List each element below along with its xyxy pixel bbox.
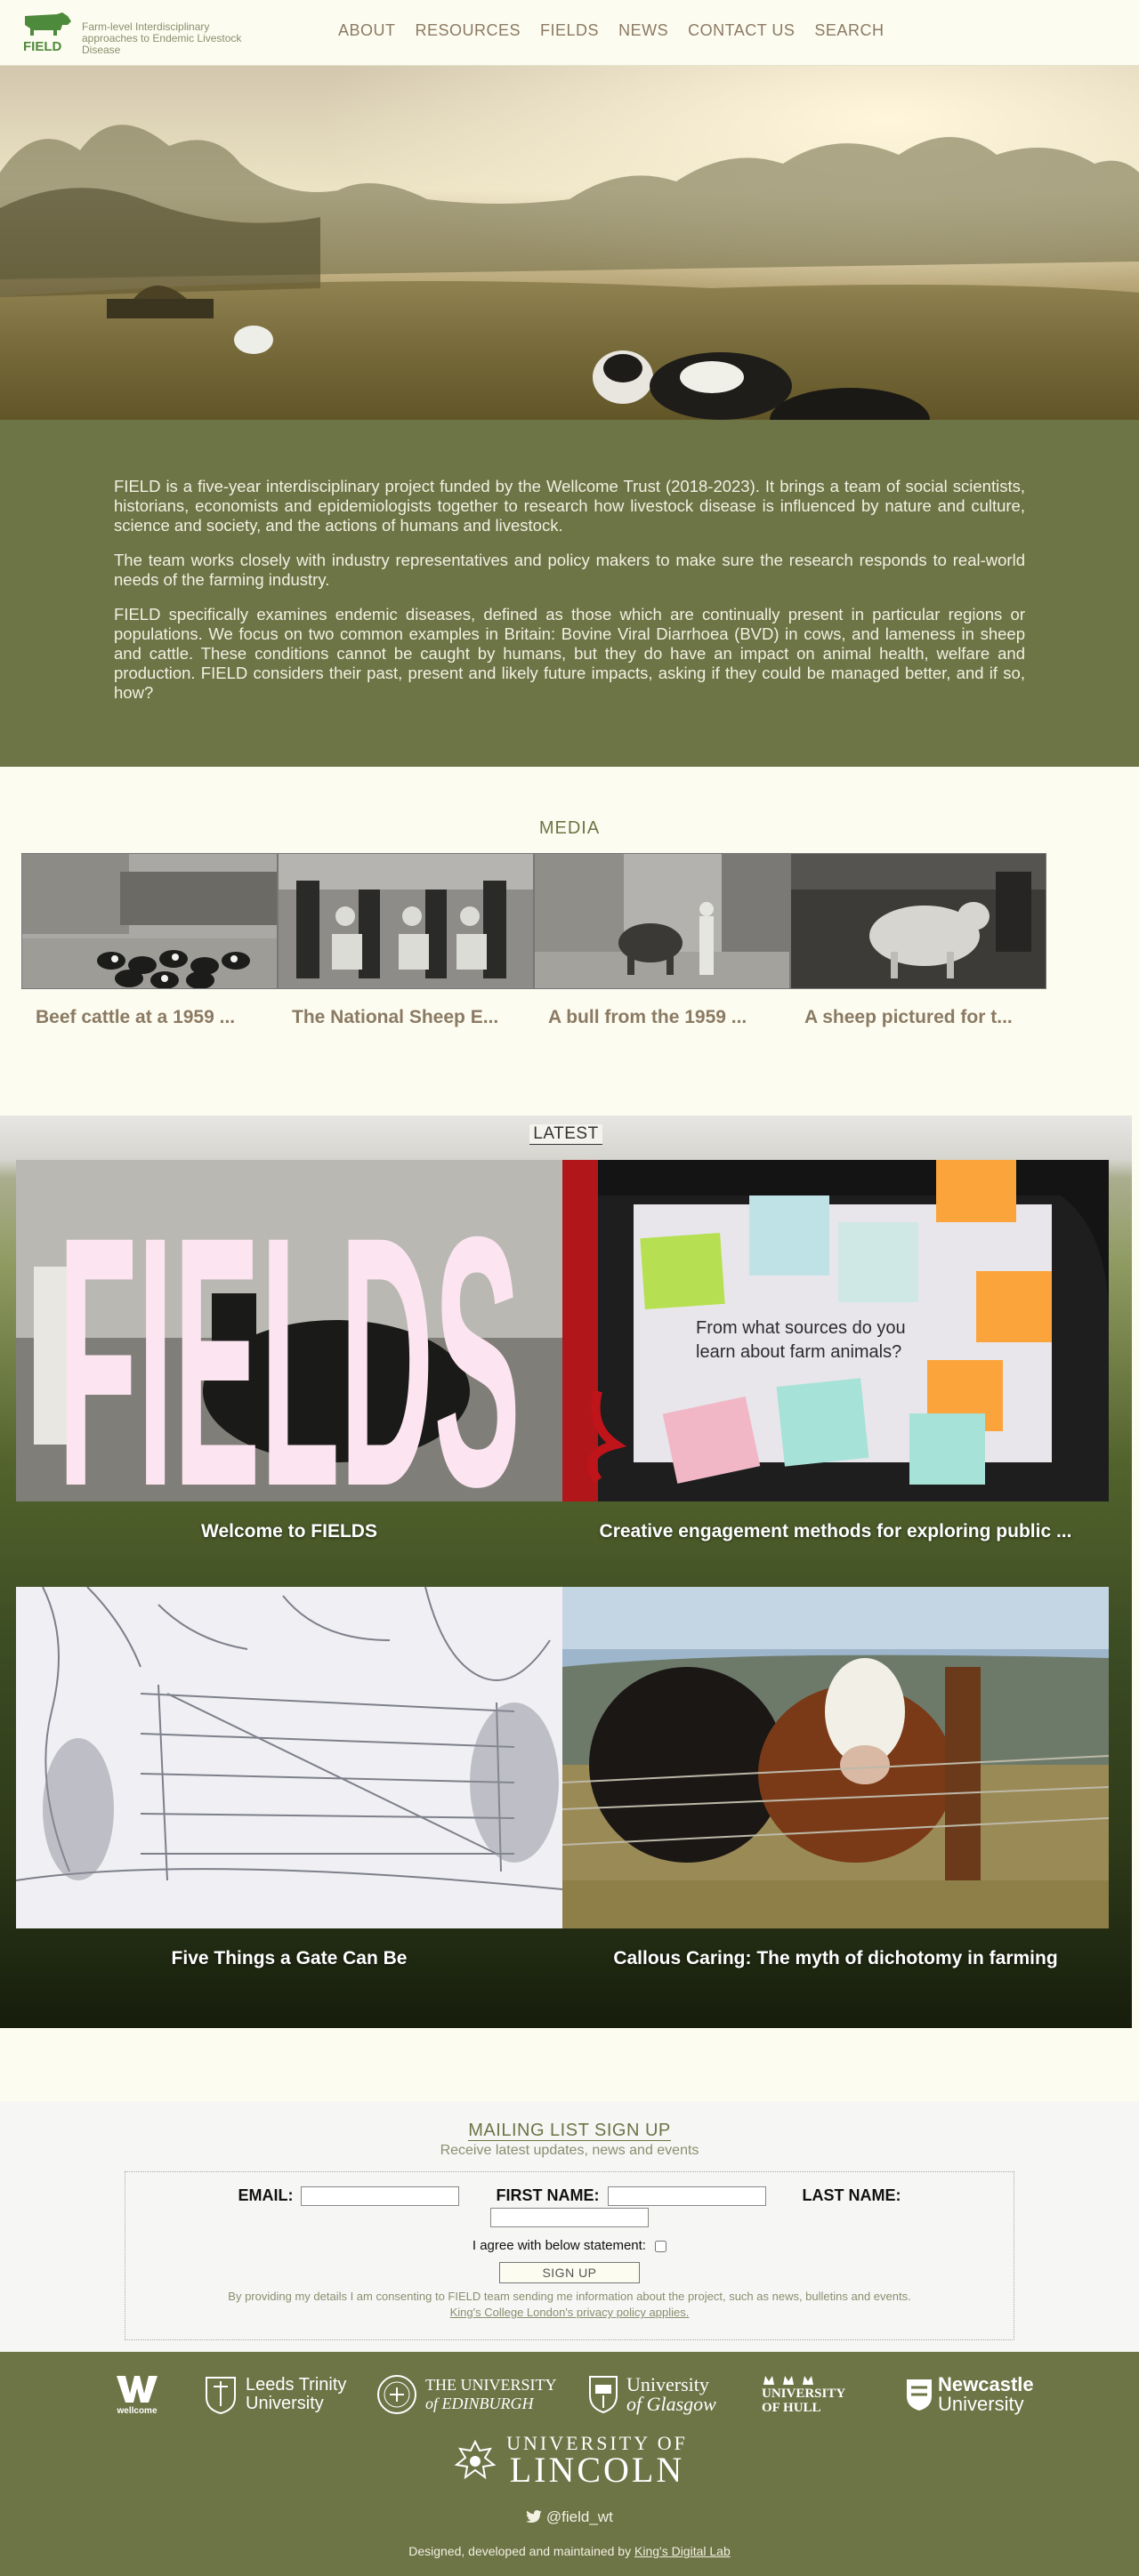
media-caption[interactable]: A sheep pictured for t... [790, 1007, 1039, 1028]
hull-name: UNIVERSITY [762, 2387, 846, 2401]
first-name-input[interactable] [607, 2186, 766, 2207]
latest-title: LATEST [529, 1124, 602, 1145]
first-name-label: FIRST NAME: [496, 2186, 600, 2204]
card-title[interactable]: Welcome to FIELDS [16, 1521, 562, 1542]
credit-text: Designed, developed and maintained by [408, 2544, 632, 2558]
lincoln-logo[interactable]: UNIVERSITY OF LINCOLN [451, 2434, 688, 2490]
twitter-handle[interactable]: @field_wt [546, 2508, 613, 2525]
media-caption[interactable]: Beef cattle at a 1959 ... [21, 1007, 271, 1028]
intro-section: FIELD is a five-year interdisciplinary p… [0, 420, 1139, 767]
mailing-title: MAILING LIST SIGN UP [468, 2121, 671, 2141]
nav-news[interactable]: NEWS [618, 21, 668, 40]
privacy-policy-link[interactable]: King's College London's privacy policy a… [450, 2306, 690, 2319]
nav-about[interactable]: ABOUT [338, 21, 396, 40]
glasgow-logo[interactable]: University of Glasgow [587, 2374, 747, 2415]
media-caption[interactable]: The National Sheep E... [278, 1007, 527, 1028]
kdl-link[interactable]: King's Digital Lab [634, 2544, 731, 2558]
signup-button[interactable]: SIGN UP [499, 2262, 640, 2284]
partner-logos: wellcome Leeds Trinity University THE UN… [0, 2373, 1139, 2416]
site-footer: wellcome Leeds Trinity University THE UN… [0, 2352, 1139, 2576]
card-title[interactable]: Creative engagement methods for explorin… [562, 1521, 1109, 1542]
mailing-list-section: MAILING LIST SIGN UP Receive latest upda… [0, 2101, 1139, 2352]
hero-cattle-scene [0, 66, 1139, 420]
crowns-icon [763, 2376, 813, 2385]
crest-icon [454, 2439, 497, 2480]
card-title[interactable]: Callous Caring: The myth of dichotomy in… [562, 1948, 1109, 1969]
credit-line: Designed, developed and maintained by Ki… [0, 2544, 1139, 2558]
edinburgh-name-2: of EDINBURGH [425, 2395, 534, 2412]
nav-search[interactable]: SEARCH [814, 21, 884, 40]
hull-name-2: OF HULL [762, 2401, 821, 2415]
svg-text:learn about farm animals?: learn about farm animals? [696, 1342, 901, 1362]
media-thumbnail[interactable] [21, 853, 278, 989]
glasgow-name-2: of Glasgow [626, 2393, 716, 2415]
media-thumbnail[interactable] [790, 853, 1046, 989]
svg-text:From what sources do you: From what sources do you [696, 1318, 906, 1338]
shield-icon [907, 2379, 932, 2411]
media-item[interactable]: A bull from the 1959 ... [534, 853, 790, 1028]
agree-checkbox[interactable] [655, 2240, 667, 2252]
nav-contact-us[interactable]: CONTACT US [688, 21, 795, 40]
lincoln-name-2: LINCOLN [509, 2450, 685, 2490]
last-name-input[interactable] [490, 2208, 649, 2228]
intro-paragraph: FIELD specifically examines endemic dise… [114, 605, 1025, 702]
edinburgh-logo[interactable]: THE UNIVERSITY of EDINBURGH [376, 2373, 580, 2416]
card-image[interactable]: FIELDS [16, 1160, 562, 1501]
latest-card[interactable]: Five Things a Gate Can Be [16, 1587, 562, 1969]
leeds-trinity-logo[interactable]: Leeds Trinity University [203, 2374, 372, 2415]
wellcome-logo[interactable]: wellcome [84, 2374, 190, 2416]
wellcome-wordmark: wellcome [117, 2405, 158, 2416]
twitter-icon [526, 2510, 543, 2523]
intro-paragraph: FIELD is a five-year interdisciplinary p… [114, 477, 1025, 535]
shield-icon [589, 2376, 618, 2414]
media-item[interactable]: The National Sheep E... [278, 853, 534, 1028]
hull-logo[interactable]: UNIVERSITY OF HULL [762, 2374, 895, 2415]
nav-resources[interactable]: RESOURCES [416, 21, 521, 40]
logo-tagline: Farm-level Interdisciplinary approaches … [82, 20, 242, 56]
media-thumbnail[interactable] [278, 853, 534, 989]
media-caption[interactable]: A bull from the 1959 ... [534, 1007, 783, 1028]
last-name-label: LAST NAME: [802, 2186, 901, 2204]
crest-icon [377, 2375, 416, 2414]
email-input[interactable] [301, 2186, 460, 2207]
wellcome-w-icon [117, 2375, 158, 2403]
site-header: FIELD Farm-level Interdisciplinary appro… [0, 0, 1139, 66]
site-logo[interactable]: FIELD Farm-level Interdisciplinary appro… [21, 11, 242, 56]
latest-card[interactable]: FIELDS Welcome to FIELDS [16, 1160, 562, 1542]
hero-image [0, 66, 1139, 420]
media-thumbnail[interactable] [534, 853, 790, 989]
media-section: MEDIA Beef cattle at a 1959 ... The Nati… [0, 767, 1139, 1115]
card-image[interactable]: From what sources do you learn about far… [562, 1160, 1109, 1501]
leeds-name: Leeds Trinity [246, 2375, 347, 2395]
nav-fields[interactable]: FIELDS [540, 21, 599, 40]
signup-form: EMAIL: FIRST NAME: LAST NAME: I agree wi… [125, 2171, 1014, 2340]
mailing-subtitle: Receive latest updates, news and events [440, 2143, 699, 2158]
latest-card[interactable]: Callous Caring: The myth of dichotomy in… [562, 1587, 1109, 1969]
leeds-name-2: University [246, 2394, 324, 2413]
shield-icon [206, 2377, 236, 2415]
media-item[interactable]: A sheep pictured for t... [790, 853, 1046, 1028]
card-title[interactable]: Five Things a Gate Can Be [16, 1948, 562, 1969]
main-nav: ABOUT RESOURCES FIELDS NEWS CONTACT US S… [338, 21, 903, 40]
cow-logo-icon: FIELD [23, 12, 71, 53]
newcastle-name: Newcastle [938, 2373, 1034, 2395]
newcastle-name-2: University [938, 2393, 1024, 2415]
glasgow-name: University [626, 2373, 709, 2395]
media-item[interactable]: Beef cattle at a 1959 ... [21, 853, 278, 1028]
agree-label: I agree with below statement: [472, 2238, 646, 2254]
svg-text:FIELD: FIELD [23, 39, 61, 53]
edinburgh-name: THE UNIVERSITY [425, 2376, 557, 2394]
media-carousel: Beef cattle at a 1959 ... The National S… [21, 853, 1139, 1028]
consent-text: By providing my details I am consenting … [228, 2290, 911, 2304]
media-title: MEDIA [538, 818, 601, 838]
latest-card[interactable]: From what sources do you learn about far… [562, 1160, 1109, 1542]
card-image[interactable] [562, 1587, 1109, 1928]
card-image[interactable] [16, 1587, 562, 1928]
fields-wordmark: FIELDS [58, 1163, 521, 1501]
newcastle-logo[interactable]: Newcastle University [904, 2375, 1055, 2414]
intro-paragraph: The team works closely with industry rep… [114, 551, 1025, 589]
email-label: EMAIL: [238, 2186, 294, 2204]
latest-section: LATEST FIELDS Welcome to FIELDS From wha… [0, 1115, 1132, 2028]
twitter-link[interactable]: @field_wt [0, 2508, 1139, 2526]
